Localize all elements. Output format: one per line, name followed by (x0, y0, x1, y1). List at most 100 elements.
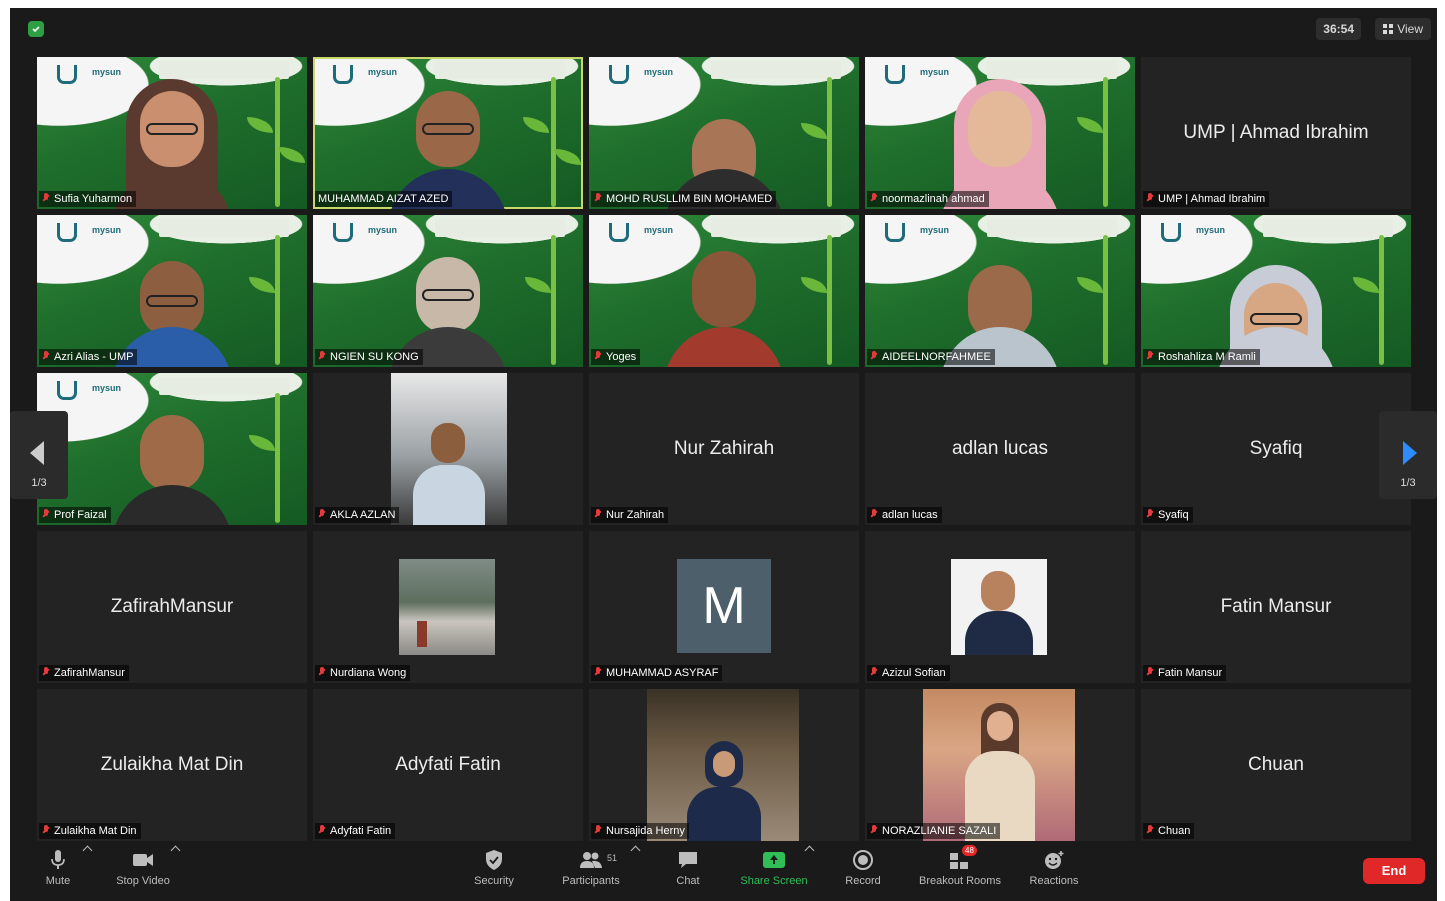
banner-graphic (159, 61, 289, 79)
video-tile[interactable]: mysun Sufia Yuharmon (37, 57, 307, 209)
zoom-window: 36:54 View mysun Sufia Yuharmon mysun MU… (10, 8, 1437, 901)
video-tile-avatar[interactable]: M MUHAMMAD ASYRAF (589, 531, 859, 683)
video-tile[interactable]: mysun noormazlinah ahmad (865, 57, 1135, 209)
plant-stem-icon (1103, 77, 1108, 207)
logo-text-icon: mysun (920, 225, 950, 235)
mic-muted-icon (318, 825, 326, 835)
mic-muted-icon (1146, 351, 1154, 361)
participant-name-label: noormazlinah ahmad (867, 191, 989, 207)
logo-text-icon: mysun (368, 67, 398, 77)
participant-name-label: Nursajida Herny (591, 823, 689, 839)
video-tile[interactable]: mysun MOHD RUSLLIM BIN MOHAMED (589, 57, 859, 209)
mic-muted-icon (42, 825, 50, 835)
leaf-icon (801, 123, 827, 139)
participant-display-name: UMP | Ahmad Ibrahim (1183, 122, 1369, 143)
banner-graphic (435, 61, 565, 79)
video-tile-name-only[interactable]: Adyfati Fatin Adyfati Fatin (313, 689, 583, 841)
participants-options-chevron-icon[interactable] (630, 845, 641, 856)
mute-button[interactable]: Mute (38, 849, 78, 887)
video-tile-name-only[interactable]: Nur Zahirah Nur Zahirah (589, 373, 859, 525)
mic-muted-icon (594, 351, 602, 361)
chat-bubble-icon (676, 849, 700, 871)
video-tile-name-only[interactable]: UMP | Ahmad Ibrahim UMP | Ahmad Ibrahim (1141, 57, 1411, 209)
mic-muted-icon (594, 193, 602, 203)
video-tile-active-speaker[interactable]: mysun MUHAMMAD AIZAT AZED (313, 57, 583, 209)
mic-muted-icon (318, 351, 326, 361)
encryption-shield-icon[interactable] (28, 21, 44, 37)
mic-muted-icon (870, 193, 878, 203)
video-tile[interactable]: AKLA AZLAN (313, 373, 583, 525)
participant-name-label: AKLA AZLAN (315, 507, 400, 523)
video-camera-icon (131, 849, 155, 871)
reactions-button[interactable]: Reactions (1024, 849, 1084, 887)
mic-muted-icon (594, 825, 602, 835)
video-tile[interactable]: mysun Prof Faizal (37, 373, 307, 525)
page-indicator: 1/3 (31, 477, 47, 489)
participant-name-label: MUHAMMAD AIZAT AZED (315, 191, 453, 207)
leaf-icon (1353, 277, 1379, 293)
mute-options-chevron-icon[interactable] (82, 845, 93, 856)
participant-name-label: Sufia Yuharmon (39, 191, 137, 207)
participant-name-label: Syafiq (1143, 507, 1193, 523)
participant-display-name: ZafirahMansur (110, 596, 234, 617)
top-bar: 36:54 View (10, 8, 1437, 48)
participant-name-label: Chuan (1143, 823, 1195, 839)
stop-video-button[interactable]: Stop Video (110, 849, 176, 887)
video-tile-name-only[interactable]: Fatin Mansur Fatin Mansur (1141, 531, 1411, 683)
video-tile-name-only[interactable]: Syafiq Syafiq (1141, 373, 1411, 525)
share-screen-button[interactable]: Share Screen (734, 849, 814, 887)
participant-name-label: Azizul Sofian (867, 665, 950, 681)
participant-name-label: MOHD RUSLLIM BIN MOHAMED (591, 191, 777, 207)
banner-graphic (987, 61, 1117, 79)
participant-name-label: Azri Alias - UMP (39, 349, 138, 365)
breakout-rooms-button[interactable]: 48 Breakout Rooms (912, 845, 1008, 887)
profile-photo (399, 559, 495, 655)
video-tile-name-only[interactable]: ZafirahMansur ZafirahMansur (37, 531, 307, 683)
mic-muted-icon (42, 509, 50, 519)
banner-graphic (159, 219, 289, 237)
participant-video (378, 237, 518, 367)
leaf-icon (525, 277, 551, 293)
participant-name-label: NORAZLIANIE SAZALI (867, 823, 1001, 839)
video-tile-name-only[interactable]: Chuan Chuan (1141, 689, 1411, 841)
mic-muted-icon (870, 351, 878, 361)
banner-graphic (711, 219, 841, 237)
end-meeting-button[interactable]: End (1363, 858, 1425, 884)
next-page-button[interactable]: 1/3 (1379, 411, 1437, 499)
participant-video (654, 237, 794, 367)
participant-name-label: AIDEELNORFAHMEE (867, 349, 995, 365)
shield-icon (482, 849, 506, 871)
participants-button[interactable]: 51 Participants (556, 849, 626, 887)
participant-name-label: Yoges (591, 349, 641, 365)
arrow-left-icon (30, 441, 44, 465)
video-tile-name-only[interactable]: Zulaikha Mat Din Zulaikha Mat Din (37, 689, 307, 841)
video-tile[interactable]: mysun Yoges (589, 215, 859, 367)
video-tile[interactable]: mysun NGIEN SU KONG (313, 215, 583, 367)
video-tile-profile-photo[interactable]: Azizul Sofian (865, 531, 1135, 683)
chat-button[interactable]: Chat (668, 849, 708, 887)
participant-display-name: Zulaikha Mat Din (100, 754, 244, 775)
banner-graphic (711, 61, 841, 79)
video-tile[interactable]: mysun AIDEELNORFAHMEE (865, 215, 1135, 367)
video-tile-profile-photo[interactable]: Nurdiana Wong (313, 531, 583, 683)
grid-view-icon (1383, 24, 1394, 34)
video-tile-profile-photo[interactable]: NORAZLIANIE SAZALI (865, 689, 1135, 841)
video-tile[interactable]: mysun Azri Alias - UMP (37, 215, 307, 367)
banner-graphic (987, 219, 1117, 237)
mic-muted-icon (42, 351, 50, 361)
participant-video (102, 237, 242, 367)
participant-name-label: Zulaikha Mat Din (39, 823, 141, 839)
logo-text-icon: mysun (920, 67, 950, 77)
logo-text-icon: mysun (1196, 225, 1226, 235)
view-button[interactable]: View (1375, 18, 1431, 40)
video-tile-profile-photo[interactable]: Nursajida Herny (589, 689, 859, 841)
record-button[interactable]: Record (840, 849, 886, 887)
security-button[interactable]: Security (470, 849, 518, 887)
video-tile-name-only[interactable]: adlan lucas adlan lucas (865, 373, 1135, 525)
video-tile[interactable]: mysun Roshahliza M Ramli (1141, 215, 1411, 367)
participant-name-label: ZafirahMansur (39, 665, 129, 681)
view-label: View (1397, 22, 1423, 36)
previous-page-button[interactable]: 1/3 (10, 411, 68, 499)
leaf-icon (1077, 277, 1103, 293)
meeting-toolbar: Mute Stop Video Security 51 Participants (10, 841, 1437, 901)
